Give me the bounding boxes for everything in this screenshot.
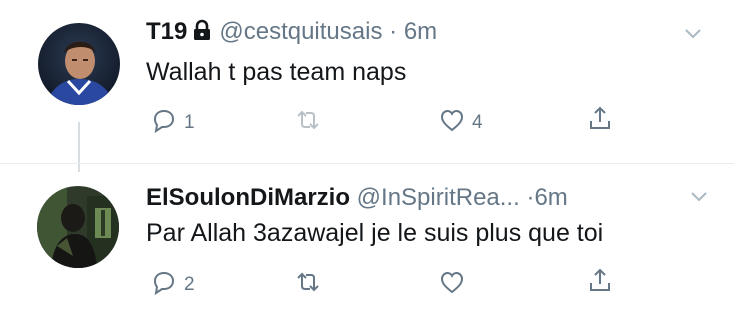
tweet[interactable]: T19 @cestquitusais · 6m Wallah t pas team… [0, 0, 734, 166]
handle[interactable]: @cestquitusais [219, 18, 382, 45]
heart-icon [438, 268, 466, 302]
reply-button[interactable]: 1 [150, 109, 195, 137]
lock-icon [191, 19, 213, 41]
timestamp[interactable]: 6m [534, 184, 567, 211]
reply-icon [150, 268, 178, 302]
display-name[interactable]: T19 [146, 18, 187, 45]
chevron-down-icon[interactable] [684, 27, 702, 39]
tweet[interactable]: ElSoulonDiMarzio @InSpiritRea... ·6m Par… [0, 166, 734, 323]
avatar[interactable] [38, 23, 120, 105]
share-icon [586, 266, 614, 300]
chevron-down-icon[interactable] [690, 190, 708, 202]
handle[interactable]: @InSpiritRea... [357, 184, 520, 211]
separator: · [389, 18, 398, 45]
tweet-header: T19 @cestquitusais · 6m [146, 18, 437, 46]
display-name[interactable]: ElSoulonDiMarzio [146, 184, 350, 211]
share-button[interactable] [586, 266, 614, 300]
tweet-text: Par Allah 3azawajel je le suis plus que … [146, 219, 604, 247]
avatar[interactable] [37, 186, 119, 268]
share-button[interactable] [586, 104, 614, 138]
retweet-button[interactable] [294, 109, 328, 137]
like-button[interactable]: 4 [438, 109, 483, 137]
divider [0, 163, 734, 164]
tweet-text: Wallah t pas team naps [146, 58, 407, 86]
tweet-header: ElSoulonDiMarzio @InSpiritRea... ·6m [146, 184, 568, 212]
reply-icon [150, 106, 178, 140]
thread-connector [78, 122, 80, 172]
retweet-icon [294, 106, 322, 140]
like-button[interactable] [438, 271, 472, 299]
reply-count: 2 [184, 274, 195, 295]
retweet-icon [294, 268, 322, 302]
timestamp[interactable]: 6m [404, 18, 437, 45]
heart-icon [438, 106, 466, 140]
reply-count: 1 [184, 112, 195, 133]
reply-button[interactable]: 2 [150, 271, 195, 299]
share-icon [586, 104, 614, 138]
like-count: 4 [472, 112, 483, 133]
retweet-button[interactable] [294, 271, 328, 299]
